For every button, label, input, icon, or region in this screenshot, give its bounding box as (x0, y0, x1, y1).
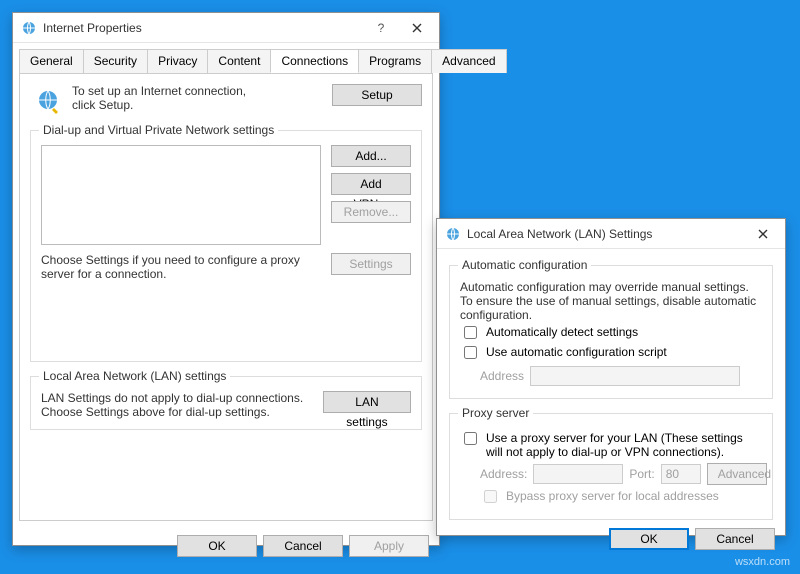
auto-config-hint: Automatic configuration may override man… (460, 280, 762, 322)
close-button[interactable] (399, 14, 435, 42)
tab-privacy[interactable]: Privacy (147, 49, 208, 73)
use-proxy-checkbox[interactable]: Use a proxy server for your LAN (These s… (460, 431, 762, 459)
ok-button[interactable]: OK (609, 528, 689, 550)
lan-hint: LAN Settings do not apply to dial-up con… (41, 391, 323, 419)
proxy-address-input (533, 464, 623, 484)
remove-button: Remove... (331, 201, 411, 223)
close-icon (758, 229, 768, 239)
proxy-hint: Choose Settings if you need to configure… (41, 253, 331, 281)
tab-strip: General Security Privacy Content Connect… (19, 49, 433, 73)
auto-config-group: Automatic configuration Automatic config… (449, 265, 773, 399)
close-button[interactable] (745, 220, 781, 248)
lan-group-label: Local Area Network (LAN) settings (39, 369, 230, 383)
tab-content[interactable]: Content (207, 49, 271, 73)
auto-detect-label: Automatically detect settings (486, 325, 638, 339)
lan-group: Local Area Network (LAN) settings LAN Se… (30, 376, 422, 430)
add-button[interactable]: Add... (331, 145, 411, 167)
connections-listbox[interactable] (41, 145, 321, 245)
tab-general[interactable]: General (19, 49, 84, 73)
proxy-port-input (661, 464, 701, 484)
tab-connections[interactable]: Connections (270, 49, 359, 73)
tab-advanced[interactable]: Advanced (431, 49, 506, 73)
internet-properties-window: Internet Properties ? General Security P… (12, 12, 440, 546)
auto-script-label: Use automatic configuration script (486, 345, 667, 359)
titlebar: Local Area Network (LAN) Settings (437, 219, 785, 249)
use-proxy-input[interactable] (464, 432, 477, 445)
dialup-group: Dial-up and Virtual Private Network sett… (30, 130, 422, 362)
apply-button: Apply (349, 535, 429, 557)
address-label: Address (480, 369, 530, 383)
globe-wizard-icon (34, 88, 62, 116)
auto-script-input[interactable] (464, 346, 477, 359)
settings-button: Settings (331, 253, 411, 275)
auto-detect-checkbox[interactable]: Automatically detect settings (460, 325, 762, 342)
lan-settings-button[interactable]: LAN settings (323, 391, 411, 413)
close-icon (412, 23, 422, 33)
use-proxy-label: Use a proxy server for your LAN (These s… (486, 431, 762, 459)
ok-button[interactable]: OK (177, 535, 257, 557)
proxy-group: Proxy server Use a proxy server for your… (449, 413, 773, 520)
script-address-input (530, 366, 740, 386)
lan-settings-window: Local Area Network (LAN) Settings Automa… (436, 218, 786, 536)
internet-options-icon (21, 20, 37, 36)
dialog-buttons: OK Cancel (437, 520, 785, 558)
auto-config-label: Automatic configuration (458, 258, 591, 272)
tab-panel: To set up an Internet connection, click … (19, 73, 433, 521)
proxy-port-label: Port: (629, 467, 654, 481)
bypass-checkbox: Bypass proxy server for local addresses (480, 489, 762, 506)
watermark: wsxdn.com (735, 556, 790, 568)
cancel-button[interactable]: Cancel (263, 535, 343, 557)
dialup-group-label: Dial-up and Virtual Private Network sett… (39, 123, 278, 137)
cancel-button[interactable]: Cancel (695, 528, 775, 550)
setup-hint: To set up an Internet connection, click … (72, 84, 272, 112)
window-title: Local Area Network (LAN) Settings (467, 227, 745, 241)
dialog-buttons: OK Cancel Apply (13, 527, 439, 565)
tab-programs[interactable]: Programs (358, 49, 432, 73)
auto-detect-input[interactable] (464, 326, 477, 339)
setup-button[interactable]: Setup (332, 84, 422, 106)
add-vpn-button[interactable]: Add VPN... (331, 173, 411, 195)
proxy-group-label: Proxy server (458, 406, 533, 420)
proxy-address-label: Address: (480, 467, 527, 481)
internet-options-icon (445, 226, 461, 242)
tab-security[interactable]: Security (83, 49, 148, 73)
bypass-label: Bypass proxy server for local addresses (506, 489, 719, 503)
bypass-input (484, 490, 497, 503)
dialog-body: Automatic configuration Automatic config… (437, 249, 785, 520)
help-button[interactable]: ? (363, 14, 399, 42)
window-title: Internet Properties (43, 21, 363, 35)
proxy-advanced-button: Advanced (707, 463, 767, 485)
titlebar: Internet Properties ? (13, 13, 439, 43)
auto-script-checkbox[interactable]: Use automatic configuration script (460, 345, 762, 362)
